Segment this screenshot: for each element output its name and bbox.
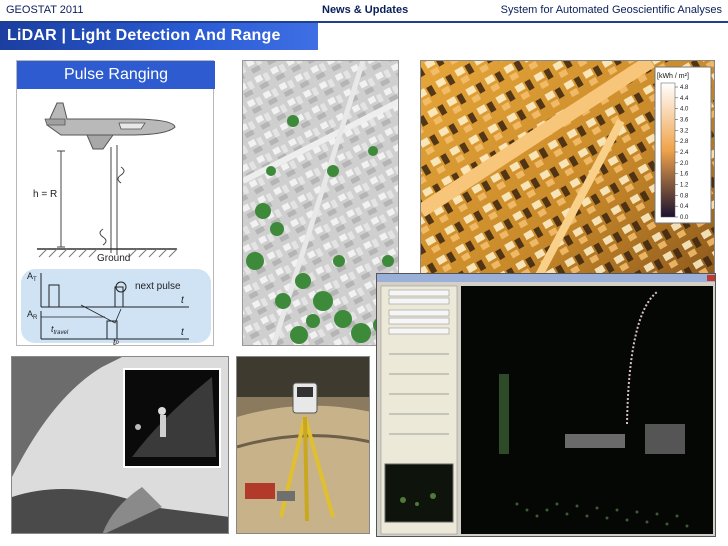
point-cloud-viewer-screenshot: [376, 273, 716, 537]
legend-tick-label: 2.4: [680, 150, 689, 156]
pulse-ranging-title: Pulse Ranging: [17, 61, 215, 89]
scanner-tripod-photo: [236, 356, 370, 534]
at-sub: T: [33, 277, 37, 283]
pulse-ranging-diagram: h = R Ground AT next pulse t AR ttravel …: [21, 102, 211, 345]
news-label: News & Updates: [322, 4, 409, 16]
legend-tick-label: 2.8: [680, 139, 689, 145]
legend-tick-label: 2.0: [680, 161, 689, 167]
legend-tick-label: 3.6: [680, 118, 689, 124]
legend-tick-label: 1.6: [680, 172, 689, 178]
ar-sub: R: [33, 315, 38, 321]
legend-tick-label: 1.2: [680, 183, 689, 189]
legend-tick-label: 0.0: [680, 215, 689, 221]
h-equals-r-label: h = R: [33, 189, 57, 200]
next-pulse-label: next pulse: [135, 281, 181, 292]
saga-label: System for Automated Geoscientific Analy…: [500, 4, 722, 16]
pulse-ranging-panel: Pulse Ranging h = R Ground AT next pulse…: [16, 60, 215, 346]
travel-sub: travel: [54, 330, 69, 336]
slide-title: LiDAR | Light Detection And Range: [0, 23, 318, 50]
ground-label: Ground: [97, 253, 130, 264]
legend-unit: [kWh / m²]: [657, 73, 689, 80]
legend-tick-label: 4.8: [680, 85, 689, 91]
terrestrial-scan-image: [11, 356, 229, 534]
legend-tick-label: 4.0: [680, 107, 689, 113]
legend-tick-label: 4.4: [680, 96, 689, 102]
legend-tick-label: 0.4: [680, 204, 689, 210]
conference-label: GEOSTAT 2011: [6, 4, 84, 16]
tp-sub: p: [115, 340, 120, 345]
radiation-legend: [kWh / m²] 4.8 4.4 4.0 3.6 3.2 2.8 2.4 2.0 1.6 1.…: [654, 66, 712, 224]
legend-tick-label: 0.8: [680, 193, 689, 199]
aircraft-icon: [44, 102, 176, 150]
legend-tick-label: 3.2: [680, 128, 689, 134]
header-bar: GEOSTAT 2011 News & Updates System for A…: [0, 0, 728, 20]
